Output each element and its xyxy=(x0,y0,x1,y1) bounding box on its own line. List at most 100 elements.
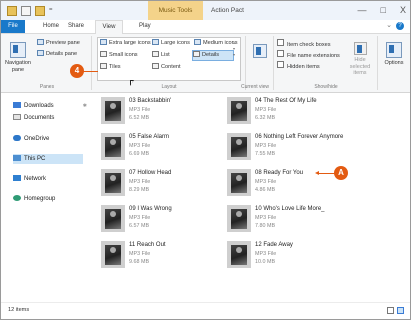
documents-icon xyxy=(13,114,21,120)
qat-dropdown-icon[interactable]: = xyxy=(49,6,53,16)
help-icon[interactable]: ? xyxy=(396,22,404,30)
file-type: MP3 File xyxy=(255,143,277,149)
file-name: 05 False Alarm xyxy=(129,134,170,140)
group-label-show-hide: Show/hide xyxy=(314,84,338,90)
this-pc-icon xyxy=(13,155,21,161)
gallery-scroll[interactable]: ▴ ▾ ▾ xyxy=(233,40,238,58)
file-name: 12 Fade Away xyxy=(255,242,293,248)
album-art-thumbnail xyxy=(101,241,125,268)
item-check-boxes-toggle[interactable]: Item check boxes xyxy=(277,39,331,48)
file-list: 03 Backstabbin' MP3 File 6.52 MB 04 The … xyxy=(96,93,410,301)
file-type: MP3 File xyxy=(255,107,277,113)
layout-gallery: Extra large icons Large icons Medium ico… xyxy=(97,37,241,81)
properties-icon[interactable] xyxy=(21,6,31,16)
file-name: 08 Ready For You xyxy=(255,170,304,176)
homegroup-icon xyxy=(13,195,21,201)
list-item[interactable]: 06 Nothing Left Forever Anymore MP3 File… xyxy=(227,133,377,165)
layout-extra-large-icons[interactable]: Extra large icons xyxy=(100,39,151,48)
status-bar: 12 items xyxy=(1,302,410,319)
navigation-pane-label: Navigation pane xyxy=(5,60,31,73)
ribbon-tabs: File Home Share View Play ⌄ ? xyxy=(1,20,410,34)
file-type: MP3 File xyxy=(129,215,151,221)
layout-small-icons[interactable]: Small icons xyxy=(100,51,138,60)
file-size: 8.29 MB xyxy=(129,187,150,193)
onedrive-icon xyxy=(13,135,21,141)
file-type: MP3 File xyxy=(129,107,151,113)
file-size: 6.32 MB xyxy=(255,115,276,121)
folder-icon[interactable] xyxy=(7,6,17,16)
nav-item-network[interactable]: Network xyxy=(13,174,46,184)
context-tab-music-tools: Music Tools xyxy=(148,1,203,20)
tab-file[interactable]: File xyxy=(1,20,25,33)
step-callout: 4 xyxy=(70,64,84,78)
marker-callout-leader xyxy=(315,170,335,175)
layout-details[interactable]: Details xyxy=(192,50,234,61)
sort-by-button[interactable] xyxy=(251,44,269,60)
layout-medium-icons[interactable]: Medium icons xyxy=(194,39,238,48)
album-art-thumbnail xyxy=(227,205,251,232)
maximize-button[interactable]: □ xyxy=(381,4,386,16)
view-toggle xyxy=(387,307,404,314)
nav-item-documents[interactable]: Documents xyxy=(13,113,54,123)
group-panes: Navigation pane Preview pane Details pan… xyxy=(3,36,92,90)
file-name: 11 Reach Out xyxy=(129,242,166,248)
details-pane-icon xyxy=(37,50,44,56)
list-item[interactable]: 10 Who's Love Life More_ MP3 File 7.80 M… xyxy=(227,205,377,237)
explorer-window: = Music Tools Action Pact — □ X File Hom… xyxy=(0,0,411,320)
file-type: MP3 File xyxy=(129,179,151,185)
tab-share[interactable]: Share xyxy=(68,20,84,33)
large-icons-view-icon[interactable] xyxy=(397,307,404,314)
small-icons-icon xyxy=(100,51,107,57)
group-label-panes: Panes xyxy=(39,84,55,90)
nav-item-downloads[interactable]: Downloads ✱ xyxy=(13,101,89,111)
file-size: 6.69 MB xyxy=(129,151,150,157)
medium-icons-icon xyxy=(194,39,201,45)
hide-selected-items-button[interactable]: Hide selected items xyxy=(345,42,375,77)
details-view-icon[interactable] xyxy=(387,307,394,314)
item-count: 12 items xyxy=(8,307,30,313)
preview-pane-icon xyxy=(37,39,44,45)
sort-by-icon xyxy=(253,44,267,58)
album-art-thumbnail xyxy=(101,205,125,232)
content-icon xyxy=(152,63,159,69)
nav-item-homegroup[interactable]: Homegroup xyxy=(13,194,55,204)
album-art-thumbnail xyxy=(227,241,251,268)
layout-large-icons[interactable]: Large icons xyxy=(152,39,190,48)
pin-icon[interactable]: ✱ xyxy=(83,101,87,111)
large-icons-icon xyxy=(152,39,159,45)
tab-home[interactable]: Home xyxy=(43,20,59,33)
album-art-thumbnail xyxy=(227,133,251,160)
layout-tiles[interactable]: Tiles xyxy=(100,63,121,72)
list-item[interactable]: 12 Fade Away MP3 File 10.0 MB xyxy=(227,241,377,273)
file-name: 03 Backstabbin' xyxy=(129,98,172,104)
layout-content[interactable]: Content xyxy=(152,63,181,72)
hidden-items-toggle[interactable]: Hidden items xyxy=(277,61,320,70)
options-button[interactable]: Options xyxy=(381,42,407,67)
navigation-pane-button[interactable]: Navigation pane xyxy=(5,42,31,73)
tab-view[interactable]: View xyxy=(95,20,123,34)
nav-item-onedrive[interactable]: OneDrive xyxy=(13,134,49,144)
nav-item-this-pc[interactable]: This PC xyxy=(13,154,83,164)
file-name: 09 I Was Wrong xyxy=(129,206,172,212)
navigation-pane-icon xyxy=(10,42,26,58)
file-type: MP3 File xyxy=(255,215,277,221)
quick-access-toolbar: = xyxy=(7,6,53,16)
tab-play[interactable]: Play xyxy=(139,20,151,33)
new-folder-icon[interactable] xyxy=(35,6,45,16)
close-button[interactable]: X xyxy=(400,4,406,16)
file-name: 06 Nothing Left Forever Anymore xyxy=(255,134,344,140)
chevron-down-icon[interactable]: ⌄ xyxy=(386,21,392,29)
step-callout-leader xyxy=(83,71,98,72)
group-label-layout: Layout xyxy=(161,84,177,90)
network-icon xyxy=(13,175,21,181)
layout-list[interactable]: List xyxy=(152,51,170,60)
file-size: 6.57 MB xyxy=(129,223,150,229)
file-size: 6.52 MB xyxy=(129,115,150,121)
file-name-extensions-toggle[interactable]: File name extensions xyxy=(277,50,340,59)
list-item[interactable]: 08 Ready For You MP3 File 4.86 MB xyxy=(227,169,377,201)
preview-pane-button[interactable]: Preview pane xyxy=(37,39,80,48)
list-item[interactable]: 04 The Rest Of My Life MP3 File 6.32 MB xyxy=(227,97,377,129)
details-pane-button[interactable]: Details pane xyxy=(37,50,77,59)
file-type: MP3 File xyxy=(255,179,277,185)
minimize-button[interactable]: — xyxy=(358,4,367,16)
